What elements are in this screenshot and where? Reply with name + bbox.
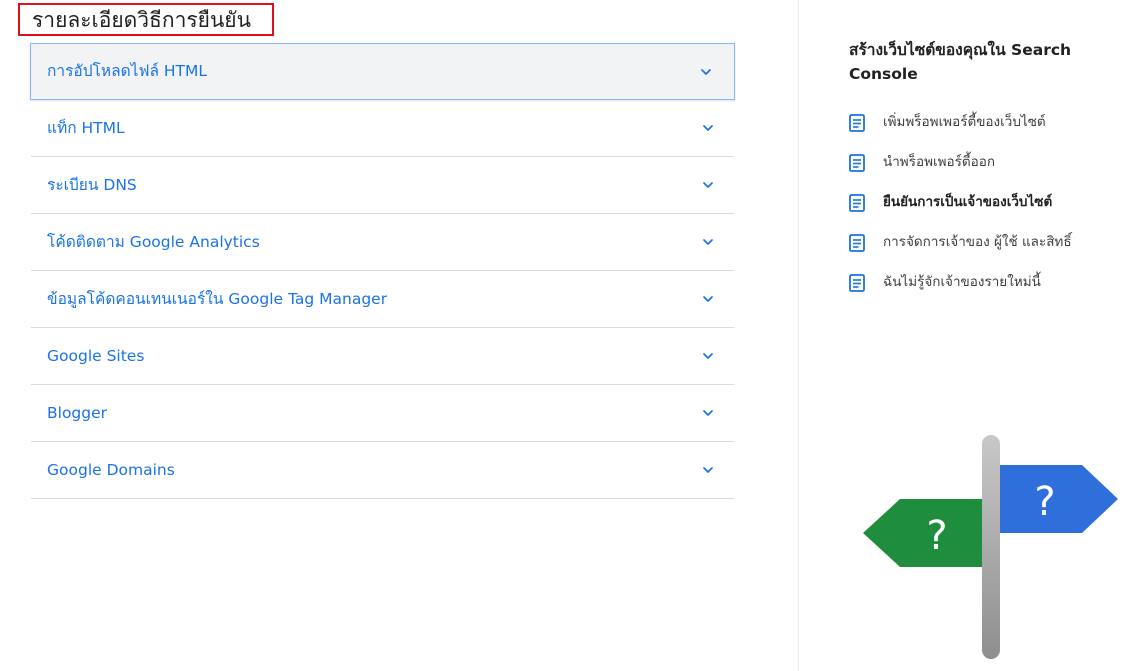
- article-icon: [849, 194, 865, 212]
- accordion-item-label: โค้ดติดตาม Google Analytics: [47, 233, 260, 251]
- accordion-item-label: Blogger: [47, 404, 108, 422]
- chevron-down-icon: [703, 296, 713, 302]
- chevron-down-icon: [701, 69, 711, 75]
- sidebar-item-verify-ownership[interactable]: ยืนยันการเป็นเจ้าของเว็บไซต์: [849, 190, 1129, 230]
- signpost-pole: [982, 435, 1000, 659]
- chevron-down-icon: [703, 353, 713, 359]
- article-icon: [849, 234, 865, 252]
- chevron-down-icon: [703, 467, 713, 473]
- sidebar-item-unknown-owner[interactable]: ฉันไม่รู้จักเจ้าของรายใหม่นี้: [849, 270, 1129, 310]
- sidebar-article-list: เพิ่มพร็อพเพอร์ตี้ของเว็บไซต์ นำพร็อพเพอ…: [849, 110, 1129, 310]
- heading-highlight-box: รายละเอียดวิธีการยืนยัน: [18, 3, 274, 36]
- accordion-item-html-file-upload[interactable]: การอัปโหลดไฟล์ HTML: [30, 43, 735, 100]
- sidebar-title: สร้างเว็บไซต์ของคุณใน Search Console: [849, 41, 1072, 83]
- accordion-item-google-domains[interactable]: Google Domains: [31, 442, 734, 499]
- accordion-item-google-analytics[interactable]: โค้ดติดตาม Google Analytics: [31, 214, 734, 271]
- accordion-item-html-tag[interactable]: แท็ก HTML: [31, 100, 734, 157]
- right-sign-text: ?: [1034, 479, 1055, 525]
- sidebar-item-remove-property[interactable]: นำพร็อพเพอร์ตี้ออก: [849, 150, 1129, 190]
- sidebar-item-manage-owners[interactable]: การจัดการเจ้าของ ผู้ใช้ และสิทธิ์: [849, 230, 1129, 270]
- article-icon: [849, 114, 865, 132]
- accordion-item-label: ระเบียน DNS: [47, 176, 137, 194]
- page-heading: รายละเอียดวิธีการยืนยัน: [32, 8, 251, 32]
- accordion-item-label: ข้อมูลโค้ดคอนเทนเนอร์ใน Google Tag Manag…: [47, 290, 388, 308]
- signpost-illustration: ? ?: [863, 435, 1118, 659]
- sidebar-item-add-property[interactable]: เพิ่มพร็อพเพอร์ตี้ของเว็บไซต์: [849, 110, 1129, 150]
- help-page: รายละเอียดวิธีการยืนยัน การอัปโหลดไฟล์ H…: [0, 0, 1144, 671]
- sidebar-item-label: การจัดการเจ้าของ ผู้ใช้ และสิทธิ์: [883, 234, 1072, 250]
- article-icon: [849, 154, 865, 172]
- main-content: รายละเอียดวิธีการยืนยัน การอัปโหลดไฟล์ H…: [0, 0, 798, 671]
- accordion-item-dns-record[interactable]: ระเบียน DNS: [31, 157, 734, 214]
- accordion-item-label: แท็ก HTML: [47, 119, 125, 137]
- chevron-down-icon: [703, 125, 713, 131]
- accordion-item-label: Google Domains: [47, 461, 175, 479]
- verification-methods-accordion: การอัปโหลดไฟล์ HTML แท็ก HTML ระเบียน DN…: [30, 43, 735, 499]
- accordion-item-label: Google Sites: [47, 347, 145, 365]
- chevron-down-icon: [703, 182, 713, 188]
- right-sign: [1000, 465, 1118, 533]
- accordion-item-google-tag-manager[interactable]: ข้อมูลโค้ดคอนเทนเนอร์ใน Google Tag Manag…: [31, 271, 734, 328]
- accordion-item-google-sites[interactable]: Google Sites: [31, 328, 734, 385]
- article-icon: [849, 274, 865, 292]
- sidebar-item-label: ฉันไม่รู้จักเจ้าของรายใหม่นี้: [883, 274, 1041, 290]
- sidebar-item-label: นำพร็อพเพอร์ตี้ออก: [883, 154, 995, 170]
- accordion-item-blogger[interactable]: Blogger: [31, 385, 734, 442]
- sidebar-item-label: ยืนยันการเป็นเจ้าของเว็บไซต์: [883, 194, 1053, 210]
- chevron-down-icon: [703, 239, 713, 245]
- sidebar-item-label: เพิ่มพร็อพเพอร์ตี้ของเว็บไซต์: [883, 114, 1046, 130]
- left-sign: [863, 499, 982, 567]
- left-sign-text: ?: [926, 513, 947, 559]
- accordion-item-label: การอัปโหลดไฟล์ HTML: [47, 62, 207, 80]
- chevron-down-icon: [703, 410, 713, 416]
